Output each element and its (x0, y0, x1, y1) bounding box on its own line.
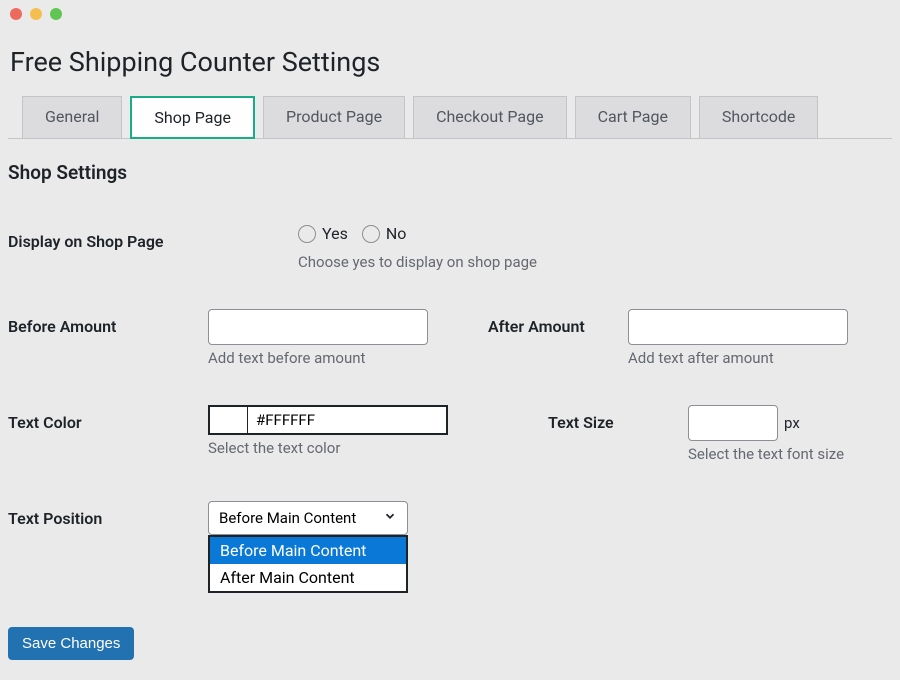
before-amount-input[interactable] (208, 309, 428, 345)
dropdown-option-before[interactable]: Before Main Content (210, 537, 406, 564)
minimize-icon[interactable] (30, 8, 42, 20)
text-color-label: Text Color (8, 405, 208, 432)
save-button[interactable]: Save Changes (8, 627, 134, 660)
tabs-nav: General Shop Page Product Page Checkout … (8, 96, 892, 139)
page-title: Free Shipping Counter Settings (10, 46, 892, 78)
text-position-dropdown: Before Main Content After Main Content (208, 535, 408, 593)
before-amount-hint: Add text before amount (208, 349, 428, 367)
tab-general[interactable]: General (22, 96, 122, 139)
after-amount-label: After Amount (488, 309, 628, 336)
text-position-select[interactable]: Before Main Content (208, 501, 408, 535)
display-on-shop-label: Display on Shop Page (8, 224, 298, 251)
section-title: Shop Settings (8, 161, 892, 184)
maximize-icon[interactable] (50, 8, 62, 20)
radio-yes-label: Yes (322, 224, 348, 243)
before-amount-label: Before Amount (8, 309, 208, 336)
radio-no-label: No (386, 224, 407, 243)
window-titlebar (0, 0, 900, 28)
close-icon[interactable] (10, 8, 22, 20)
text-size-suffix: px (784, 414, 800, 432)
text-size-hint: Select the text font size (688, 445, 844, 463)
radio-no[interactable] (362, 225, 380, 243)
text-size-input[interactable] (688, 405, 778, 441)
text-position-label: Text Position (8, 501, 208, 528)
radio-yes[interactable] (298, 225, 316, 243)
dropdown-option-after[interactable]: After Main Content (210, 564, 406, 591)
tab-shortcode[interactable]: Shortcode (699, 96, 819, 139)
text-position-selected: Before Main Content (219, 509, 356, 527)
tab-cart-page[interactable]: Cart Page (575, 96, 691, 139)
tab-product-page[interactable]: Product Page (263, 96, 405, 139)
tab-shop-page[interactable]: Shop Page (130, 96, 255, 139)
text-color-input[interactable]: #FFFFFF (208, 405, 448, 435)
text-size-label: Text Size (548, 405, 688, 432)
after-amount-input[interactable] (628, 309, 848, 345)
chevron-down-icon (383, 509, 397, 527)
display-on-shop-hint: Choose yes to display on shop page (298, 253, 537, 271)
tab-checkout-page[interactable]: Checkout Page (413, 96, 567, 139)
text-color-hint: Select the text color (208, 439, 448, 457)
text-color-value: #FFFFFF (248, 407, 446, 433)
after-amount-hint: Add text after amount (628, 349, 848, 367)
color-swatch-icon (210, 407, 248, 433)
